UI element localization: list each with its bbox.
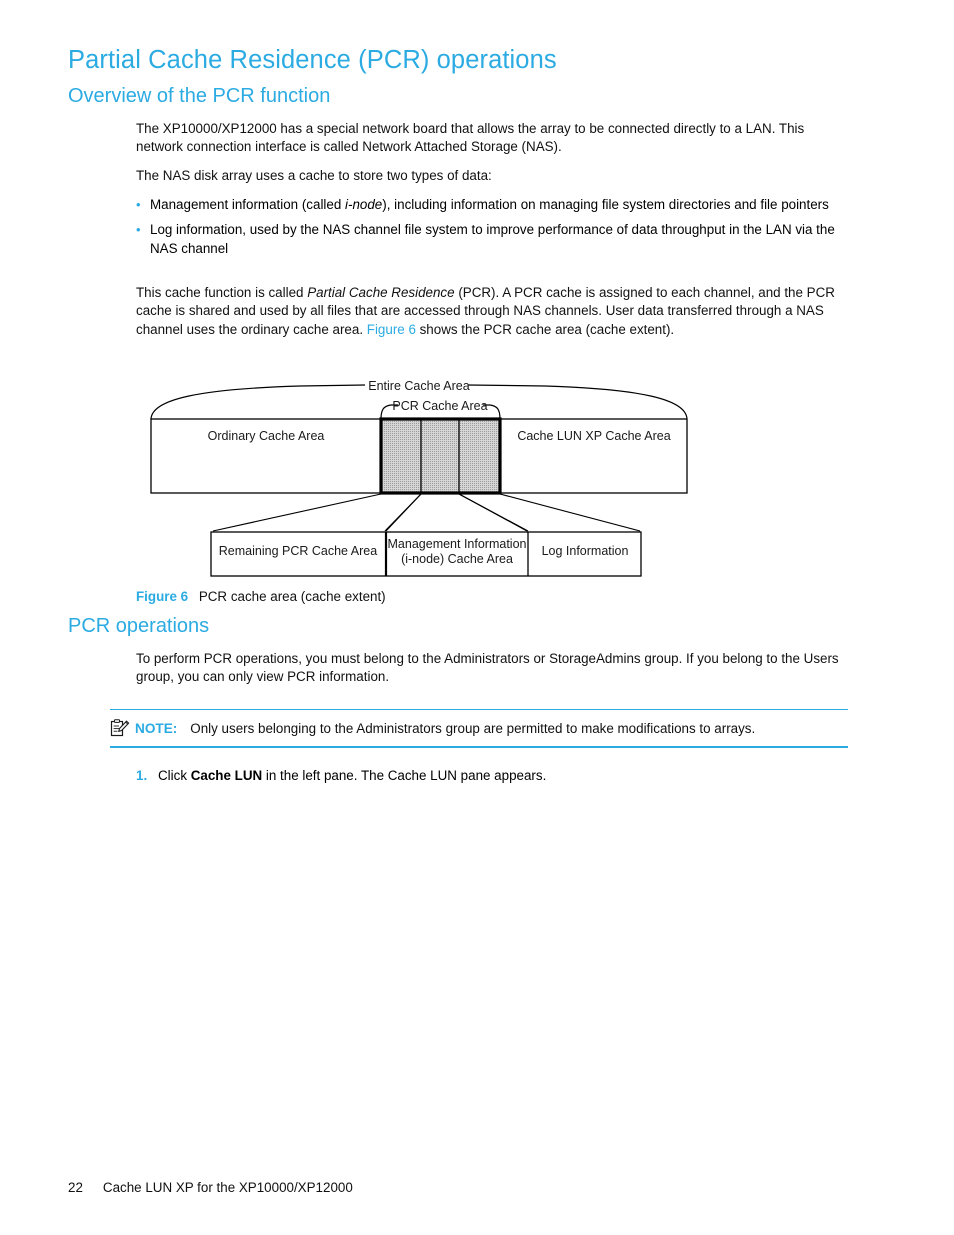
connector-remaining-left <box>212 493 382 532</box>
footer-document-title: Cache LUN XP for the XP10000/XP12000 <box>102 1180 353 1195</box>
entire-cache-area-label: Entire Cache Area <box>368 379 469 393</box>
list-item-text: Log information, used by the NAS channel… <box>150 221 852 258</box>
figure-caption-label: Figure 6 <box>136 589 189 604</box>
list-item: • Management information (called i-node)… <box>136 196 852 214</box>
bullet-marker-icon: • <box>136 222 141 238</box>
paragraph-intro-text: The XP10000/XP12000 has a special networ… <box>136 121 805 155</box>
list-item-text-pre: Management information (called <box>150 197 346 212</box>
section-heading-pcr-operations: PCR operations <box>68 615 210 637</box>
bullet-marker-icon: • <box>136 197 141 212</box>
paragraph-pcr-italic: Partial Cache Residence <box>307 285 455 300</box>
paragraph-pcr-permissions: To perform PCR operations, you must belo… <box>136 650 848 687</box>
step-text: Click Cache LUN in the left pane. The Ca… <box>158 767 836 785</box>
detail-box-management-label-line1: Management Information <box>388 537 527 551</box>
entire-cache-brace-left <box>150 384 366 420</box>
entire-cache-brace-right <box>467 384 688 420</box>
page-footer: 22 Cache LUN XP for the XP10000/XP12000 <box>68 1180 353 1195</box>
note-content: NOTE: Only users belonging to the Admini… <box>110 710 848 746</box>
list-item: • Log information, used by the NAS chann… <box>136 221 852 258</box>
note-clipboard-icon <box>110 719 130 737</box>
footer-page-number: 22 <box>68 1180 83 1195</box>
note-label: NOTE: <box>135 720 178 736</box>
list-item-text-pre: Log information, used by the NAS channel… <box>150 222 835 256</box>
step-text-post: in the left pane. The Cache LUN pane app… <box>262 768 547 783</box>
figure-cross-reference-link[interactable]: Figure 6 <box>367 322 416 337</box>
detail-box-management-label-line2: (i-node) Cache Area <box>401 552 513 566</box>
paragraph-cache-types-text: The NAS disk array uses a cache to store… <box>136 168 492 183</box>
step-number: 1. <box>136 768 148 783</box>
paragraph-pcr-part3: shows the PCR cache area (cache extent). <box>415 321 675 337</box>
note-bottom-rule <box>110 746 848 748</box>
list-item-text-italic: i-node <box>345 197 383 212</box>
pcr-cache-area-label: PCR Cache Area <box>392 399 487 413</box>
step-text-bold: Cache LUN <box>190 768 263 783</box>
note-text: Only users belonging to the Administrato… <box>190 720 756 736</box>
section-heading-overview: Overview of the PCR function <box>68 85 331 107</box>
pcr-cache-block <box>379 417 502 495</box>
connector-management-left <box>385 493 422 532</box>
paragraph-intro: The XP10000/XP12000 has a special networ… <box>136 120 848 157</box>
procedure-step: 1. Click Cache LUN in the left pane. The… <box>136 767 836 785</box>
figure-caption: Figure 6 PCR cache area (cache extent) <box>136 589 386 604</box>
list-item-text: Management information (called i-node), … <box>150 196 852 214</box>
document-page: Partial Cache Residence (PCR) operations… <box>0 0 954 1235</box>
paragraph-pcr-permissions-text: To perform PCR operations, you must belo… <box>136 651 839 685</box>
cache-lun-xp-cache-area-label: Cache LUN XP Cache Area <box>517 429 670 443</box>
detail-box-log-information-label: Log Information <box>542 544 629 558</box>
paragraph-cache-types: The NAS disk array uses a cache to store… <box>136 167 848 185</box>
connector-log-right <box>499 493 641 532</box>
list-item-text-post: ), including information on managing fil… <box>382 197 829 212</box>
detail-box-remaining-pcr-label: Remaining PCR Cache Area <box>219 544 377 558</box>
connector-log-left <box>458 493 529 532</box>
figure-caption-text: PCR cache area (cache extent) <box>198 589 386 604</box>
ordinary-cache-area-label: Ordinary Cache Area <box>208 429 325 443</box>
procedure-step-list: 1. Click Cache LUN in the left pane. The… <box>136 767 836 785</box>
bullet-list: • Management information (called i-node)… <box>136 196 852 265</box>
step-text-pre: Click <box>158 768 191 783</box>
paragraph-pcr-part1: This cache function is called <box>136 285 308 300</box>
paragraph-pcr-description: This cache function is called Partial Ca… <box>136 284 848 339</box>
note-callout: NOTE: Only users belonging to the Admini… <box>110 709 848 748</box>
page-title: Partial Cache Residence (PCR) operations <box>68 46 557 74</box>
figure-pcr-cache-area: Entire Cache Area PCR Cache Area Ordinar… <box>0 375 954 585</box>
